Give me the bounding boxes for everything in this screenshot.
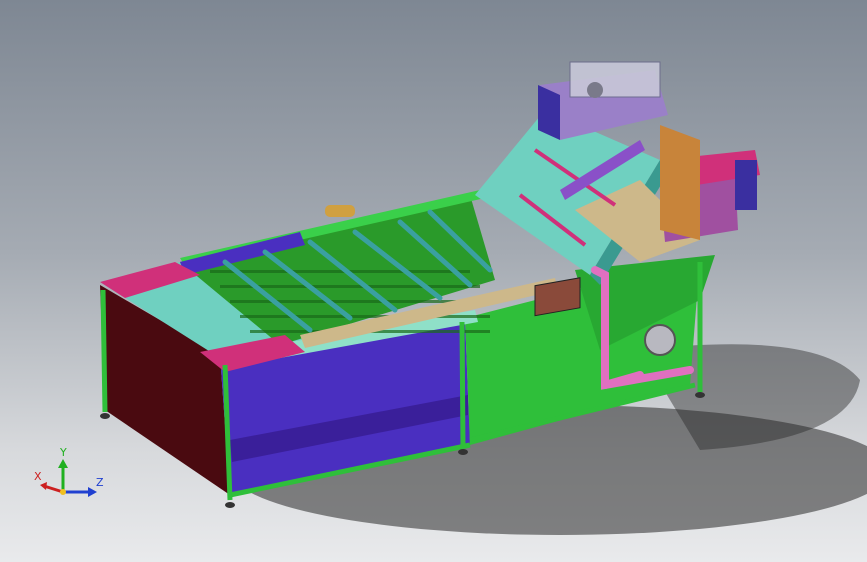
z-axis-label: Z — [96, 476, 104, 489]
x-axis-head — [40, 482, 47, 490]
cad-viewport[interactable]: X Y Z — [0, 0, 867, 562]
triad-origin — [60, 489, 66, 495]
pump-motor — [644, 324, 676, 356]
machine-model[interactable] — [0, 0, 867, 562]
tan-guard — [660, 125, 700, 240]
axis-triad: X Y Z — [34, 446, 104, 497]
x-axis-label: X — [34, 470, 42, 483]
drive-gear — [587, 82, 603, 98]
yellow-inlet-pipe — [325, 205, 355, 217]
control-box-blue — [735, 160, 757, 210]
y-axis-label: Y — [59, 446, 67, 459]
drive-motor-housing — [569, 61, 661, 98]
y-axis-head — [58, 459, 68, 468]
